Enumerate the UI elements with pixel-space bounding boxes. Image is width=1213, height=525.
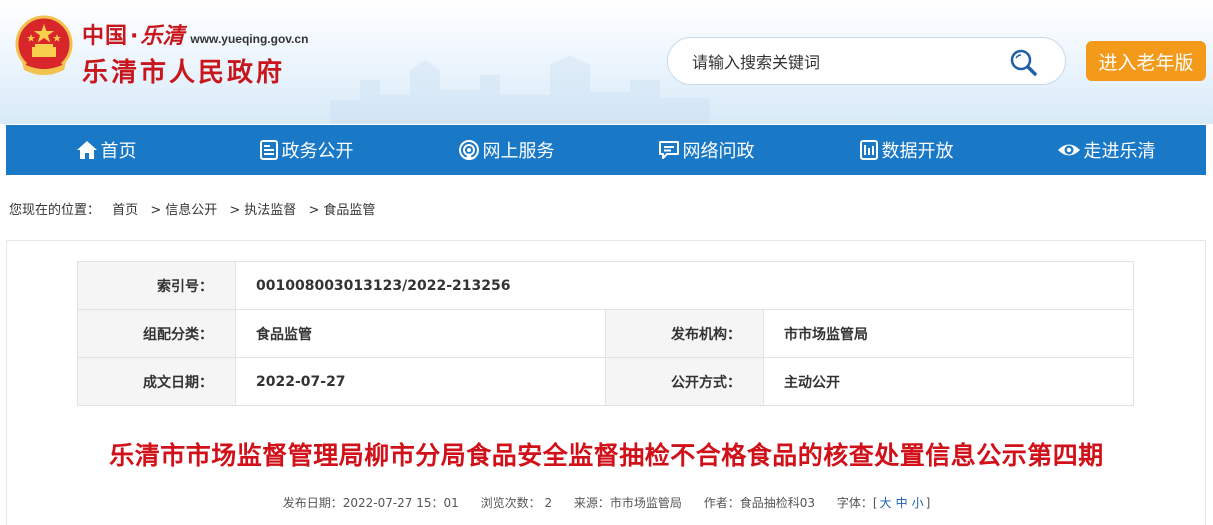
index-value: 001008003013123/2022-213256	[235, 261, 1134, 310]
site-title: 乐清市人民政府	[82, 58, 286, 88]
chat-icon	[658, 141, 679, 159]
breadcrumb-separator: >	[308, 203, 320, 218]
font-small-link[interactable]: 小	[912, 496, 924, 510]
nav-item-label: 政务公开	[281, 141, 354, 162]
nav-item-label: 数据开放	[881, 141, 954, 162]
date-value: 2022-07-27	[235, 357, 606, 406]
article-author: 作者：食品抽检科03	[703, 496, 816, 510]
breadcrumb-separator: >	[150, 203, 162, 218]
view-count: 浏览次数： 2	[480, 496, 553, 510]
home-icon	[76, 141, 97, 159]
data-icon	[859, 140, 878, 160]
logo-country: 中国	[82, 23, 129, 49]
elder-version-button[interactable]: 进入老年版	[1086, 41, 1206, 81]
article-source: 来源：市市场监管局	[573, 496, 682, 510]
document-metadata-table: 索引号： 001008003013123/2022-213256 组配分类： 食…	[77, 261, 1134, 406]
search-icon[interactable]	[1007, 46, 1039, 78]
site-header: 中国 · 乐清 www.yueqing.gov.cn 乐清市人民政府 进入老年版	[0, 0, 1213, 124]
logo-dot: ·	[130, 24, 139, 49]
breadcrumb-link-info-disclosure[interactable]: 信息公开	[165, 203, 217, 218]
table-row: 组配分类： 食品监管 发布机构： 市市场监管局	[77, 309, 1134, 358]
breadcrumb: 您现在的位置： 首页 > 信息公开 > 执法监督 > 食品监管	[9, 199, 375, 218]
font-size-label: 字体：[	[836, 496, 878, 510]
nav-item-label: 网上服务	[482, 141, 555, 162]
breadcrumb-link-law-enforcement[interactable]: 执法监督	[244, 203, 296, 218]
search-input[interactable]	[692, 50, 992, 74]
index-label: 索引号：	[77, 261, 236, 310]
logo-city-script: 乐清	[140, 23, 185, 49]
nav-item-open-data[interactable]: 数据开放	[806, 125, 1006, 175]
main-nav: 首页 政务公开 网上服务 网络问政 数据开放 走进乐清	[6, 125, 1206, 175]
eye-icon	[1057, 144, 1080, 156]
logo-url: www.yueqing.gov.cn	[190, 32, 309, 46]
article-title: 乐清市市场监督管理局柳市分局食品安全监督抽检不合格食品的核查处置信息公示第四期	[109, 441, 1104, 470]
nav-item-government-affairs[interactable]: 政务公开	[206, 125, 406, 175]
publisher-label: 发布机构：	[605, 309, 764, 358]
signal-icon	[458, 140, 479, 160]
nav-item-online-inquiry[interactable]: 网络问政	[606, 125, 806, 175]
nav-item-label: 网络问政	[682, 141, 755, 162]
article-meta: 发布日期：2022-07-27 15：01 浏览次数： 2 来源：市市场监管局 …	[0, 494, 1213, 511]
breadcrumb-link-home[interactable]: 首页	[112, 203, 138, 218]
publish-date: 发布日期：2022-07-27 15：01	[282, 496, 459, 510]
font-large-link[interactable]: 大	[880, 496, 892, 510]
nav-item-home[interactable]: 首页	[6, 125, 206, 175]
publisher-value: 市市场监管局	[763, 309, 1134, 358]
font-size-close: ]	[925, 496, 931, 510]
category-label: 组配分类：	[77, 309, 236, 358]
search-box	[667, 37, 1066, 85]
national-emblem-icon	[15, 15, 73, 75]
category-value: 食品监管	[235, 309, 606, 358]
date-label: 成文日期：	[77, 357, 236, 406]
nav-item-online-services[interactable]: 网上服务	[406, 125, 606, 175]
disclosure-value: 主动公开	[763, 357, 1134, 406]
disclosure-label: 公开方式：	[605, 357, 764, 406]
document-icon	[259, 140, 278, 160]
breadcrumb-link-food-supervision[interactable]: 食品监管	[323, 203, 375, 218]
breadcrumb-separator: >	[229, 203, 241, 218]
table-row: 索引号： 001008003013123/2022-213256	[77, 261, 1134, 310]
font-size-control: 字体：[大中小]	[837, 496, 930, 510]
font-medium-link[interactable]: 中	[896, 496, 908, 510]
breadcrumb-prefix: 您现在的位置：	[9, 203, 101, 218]
table-row: 成文日期： 2022-07-27 公开方式： 主动公开	[77, 357, 1134, 406]
nav-item-about-yueqing[interactable]: 走进乐清	[1006, 125, 1206, 175]
site-logo-top: 中国 · 乐清 www.yueqing.gov.cn	[82, 18, 309, 49]
nav-item-label: 首页	[100, 141, 137, 162]
nav-item-label: 走进乐清	[1083, 141, 1156, 162]
header-skyline-decoration	[330, 55, 710, 124]
